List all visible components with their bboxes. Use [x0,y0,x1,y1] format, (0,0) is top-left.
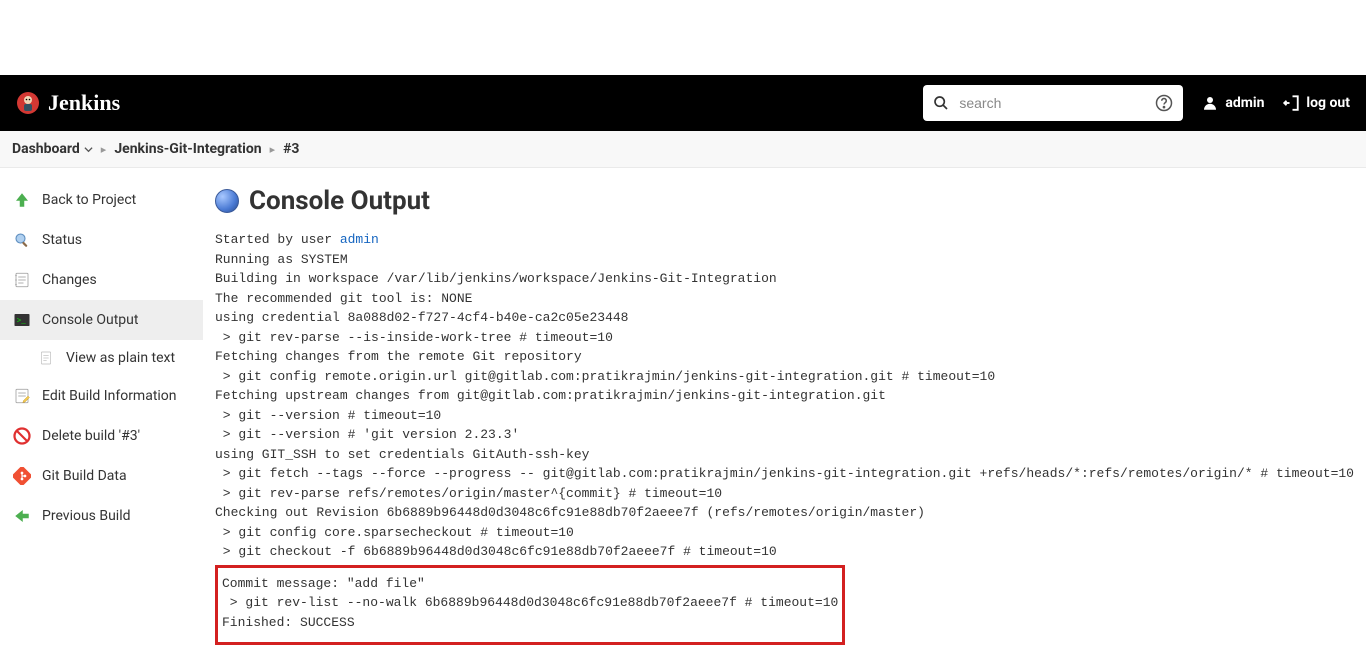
page-title-row: Console Output [215,186,1354,216]
main-panel: Console Output Started by user admin Run… [203,168,1366,663]
page-title: Console Output [249,186,430,216]
sidebar-item-back[interactable]: Back to Project [0,180,203,220]
chevron-down-icon [84,145,93,154]
sidebar-item-label: Git Build Data [42,468,127,484]
build-status-ball-icon [215,189,239,213]
sidebar-item-changes[interactable]: Changes [0,260,203,300]
console-lines-highlight: Commit message: "add file" > git rev-lis… [222,576,838,630]
sidebar-item-label: Delete build '#3' [42,428,140,444]
user-name: admin [1225,95,1264,111]
jenkins-logo-icon [16,91,40,115]
sidebar: Back to Project Status Changes >_ Consol… [0,168,203,663]
breadcrumb-item-dashboard[interactable]: Dashboard [12,141,93,157]
sidebar-item-label: Status [42,232,82,248]
notepad-icon [12,270,32,290]
sidebar-item-prev[interactable]: Previous Build [0,496,203,536]
sidebar-item-edit-info[interactable]: Edit Build Information [0,376,203,416]
arrow-left-icon [12,506,32,526]
magnifier-icon [12,230,32,250]
content-area: Back to Project Status Changes >_ Consol… [0,168,1366,663]
sidebar-item-git-data[interactable]: Git Build Data [0,456,203,496]
search-icon [933,95,949,111]
search-input[interactable] [923,85,1183,121]
logout-label: log out [1306,95,1350,111]
top-bar: Jenkins admin log out [0,75,1366,131]
no-entry-icon [12,426,32,446]
breadcrumb: Dashboard ▸ Jenkins-Git-Integration ▸ #3 [0,131,1366,168]
logout-link[interactable]: log out [1282,94,1350,112]
sidebar-item-view-plain[interactable]: View as plain text [0,340,203,376]
sidebar-item-console[interactable]: >_ Console Output [0,300,203,340]
help-icon[interactable] [1155,94,1173,112]
svg-text:>_: >_ [17,317,27,325]
sidebar-item-label: Console Output [42,312,138,328]
breadcrumb-item-project[interactable]: Jenkins-Git-Integration [114,141,261,157]
document-icon [36,348,56,368]
breadcrumb-item-build[interactable]: #3 [283,141,299,157]
console-output: Started by user admin Running as SYSTEM … [215,230,1354,645]
user-link[interactable]: admin [1201,94,1264,112]
user-icon [1201,94,1219,112]
sidebar-item-status[interactable]: Status [0,220,203,260]
sidebar-item-label: Back to Project [42,192,136,208]
breadcrumb-separator: ▸ [270,143,276,156]
console-highlight-box: Commit message: "add file" > git rev-lis… [215,565,845,646]
terminal-icon: >_ [12,310,32,330]
sidebar-item-label: Edit Build Information [42,388,177,404]
notepad-edit-icon [12,386,32,406]
brand-name: Jenkins [48,90,120,116]
started-by-user-link[interactable]: admin [340,232,379,247]
git-icon [12,466,32,486]
brand-area[interactable]: Jenkins [16,90,120,116]
console-lines-before: Running as SYSTEM Building in workspace … [215,252,1354,560]
sidebar-item-label: View as plain text [66,350,175,366]
logout-icon [1282,94,1300,112]
sidebar-item-delete[interactable]: Delete build '#3' [0,416,203,456]
console-line-started: Started by user admin [215,232,379,247]
sidebar-item-label: Previous Build [42,508,131,524]
arrow-up-icon [12,190,32,210]
sidebar-item-label: Changes [42,272,97,288]
breadcrumb-separator: ▸ [101,143,107,156]
search-box [923,85,1183,121]
